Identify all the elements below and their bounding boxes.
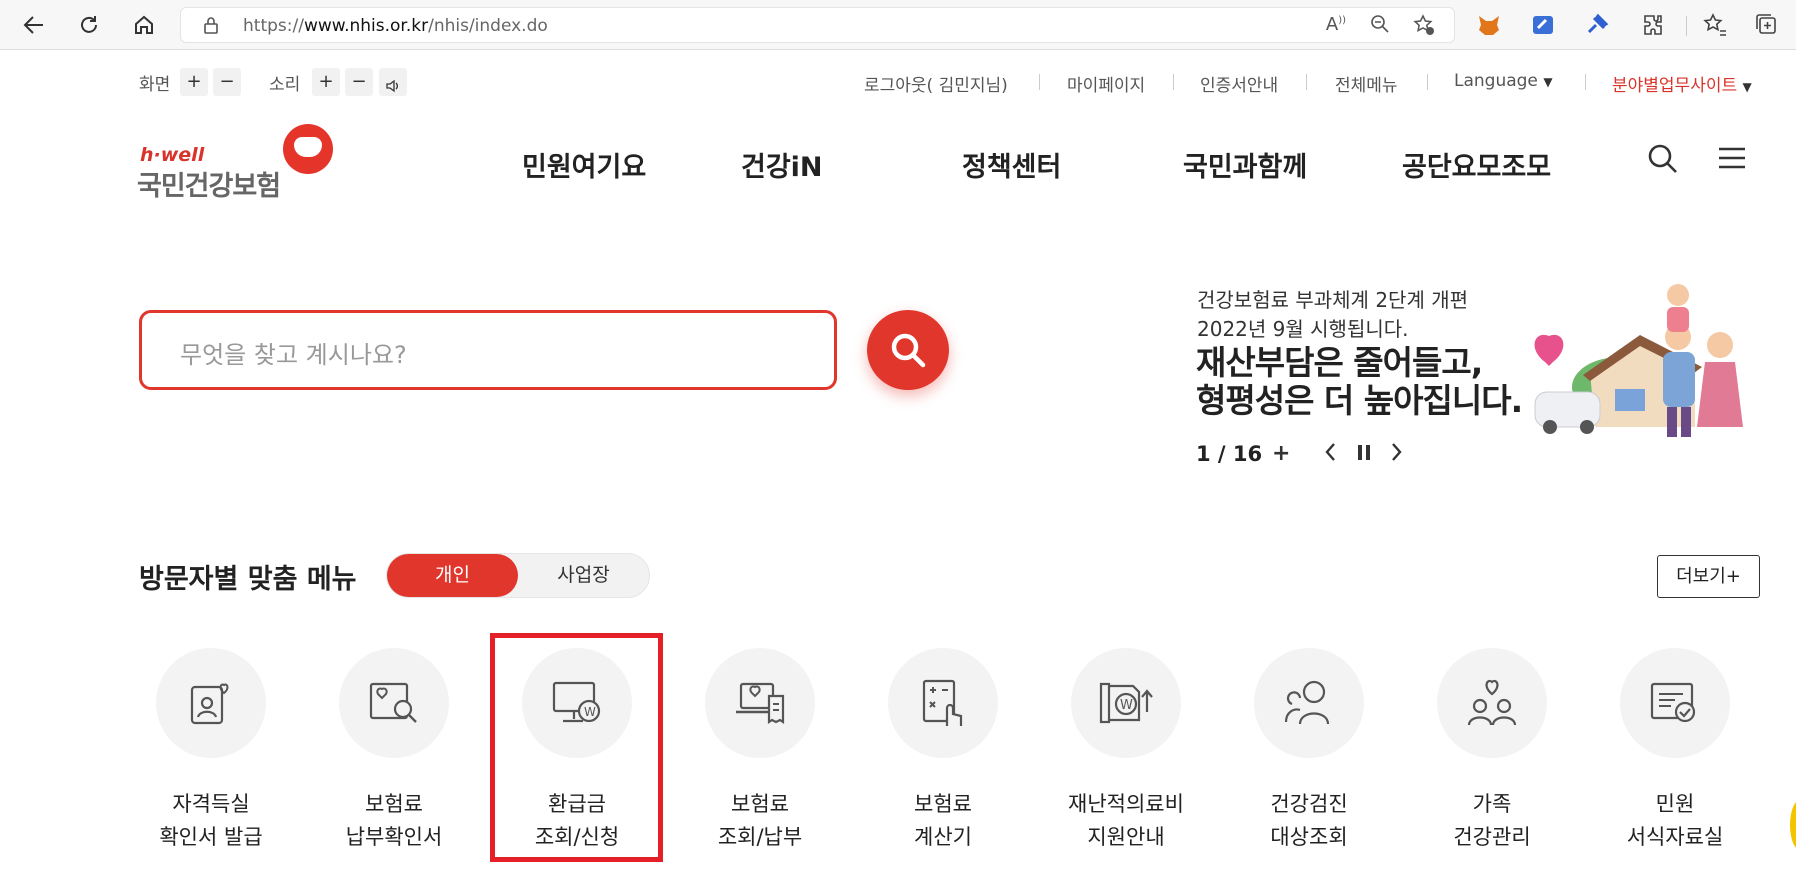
svg-text:W: W — [1120, 698, 1133, 713]
quick-menu-label: 재난적의료비 지원안내 — [1068, 792, 1184, 849]
zoom-out-icon[interactable] — [1367, 14, 1393, 38]
fox-extension-icon[interactable] — [1476, 12, 1502, 38]
banner-headline: 재산부담은 줄어들고, 형평성은 더 높아집니다. — [1196, 343, 1523, 420]
chevron-right-icon[interactable] — [1390, 441, 1404, 469]
gnb-about-nhis[interactable]: 공단요모조모 — [1402, 145, 1551, 184]
toolbar-divider — [1686, 16, 1687, 36]
pause-icon[interactable] — [1356, 441, 1372, 469]
quick-menu-label: 보험료 조회/납부 — [717, 792, 803, 849]
quick-menu-label: 민원 서식자료실 — [1626, 792, 1724, 849]
read-aloud-icon[interactable]: A)) — [1323, 14, 1349, 38]
field-site-select[interactable]: 분야별업무사이트 ▼ — [1612, 71, 1752, 96]
gnb-policy-center[interactable]: 정책센터 — [962, 145, 1061, 184]
screen-zoom-out-button[interactable]: − — [213, 68, 241, 96]
divider — [1585, 74, 1586, 90]
search-icon[interactable] — [1648, 144, 1678, 178]
collections-icon[interactable] — [1754, 12, 1780, 38]
lock-icon[interactable] — [203, 16, 219, 38]
tab-personal[interactable]: 개인 — [387, 554, 518, 597]
floating-widget[interactable] — [1790, 800, 1796, 850]
gnb-civil-service[interactable]: 민원여기요 — [522, 145, 646, 184]
divider — [1173, 74, 1174, 90]
address-bar[interactable]: https://www.nhis.or.kr/nhis/index.do A)) — [180, 7, 1455, 43]
pin-extension-icon[interactable] — [1584, 12, 1610, 38]
calculator-hand-icon — [888, 648, 998, 758]
speaker-icon[interactable] — [379, 68, 407, 96]
home-icon[interactable] — [128, 9, 160, 41]
quick-menu-label: 보험료 납부확인서 — [345, 792, 443, 849]
search-icon — [891, 333, 926, 368]
banner-pager: 1 / 16 — [1196, 442, 1263, 466]
quick-menu-label: 가족 건강관리 — [1453, 792, 1531, 849]
refresh-icon[interactable] — [73, 9, 105, 41]
search-input[interactable]: 무엇을 찾고 계시나요? — [139, 310, 837, 390]
section-title: 방문자별 맞춤 메뉴 — [139, 564, 357, 595]
quick-menu-label: 자격득실 확인서 발급 — [159, 792, 263, 849]
caret-down-icon: ▼ — [1543, 75, 1553, 89]
quick-menu-label: 보험료 계산기 — [914, 792, 972, 849]
caret-down-icon: ▼ — [1742, 80, 1752, 94]
favorites-icon[interactable] — [1702, 12, 1728, 38]
highlight-box — [490, 633, 663, 862]
search-button[interactable] — [867, 310, 949, 390]
tab-business[interactable]: 사업장 — [518, 554, 649, 597]
sound-up-button[interactable]: + — [312, 68, 340, 96]
document-search-icon — [339, 648, 449, 758]
screen-zoom-in-button[interactable]: + — [180, 68, 208, 96]
certificate-guide-link[interactable]: 인증서안내 — [1200, 71, 1278, 96]
banner-more-button[interactable]: + — [1272, 441, 1290, 466]
divider — [1039, 74, 1040, 90]
all-menu-link[interactable]: 전체메뉴 — [1335, 71, 1398, 96]
language-select[interactable]: Language ▼ — [1454, 71, 1553, 91]
gnb-health-in[interactable]: 건강iN — [741, 145, 823, 184]
id-card-heart-icon — [156, 648, 266, 758]
form-check-icon — [1620, 648, 1730, 758]
more-button[interactable]: 더보기+ — [1657, 555, 1760, 598]
divider — [1427, 74, 1428, 90]
back-icon[interactable] — [18, 9, 50, 41]
family-heart-icon — [1437, 648, 1547, 758]
divider — [1306, 74, 1307, 90]
url-text[interactable]: https://www.nhis.or.kr/nhis/index.do — [243, 16, 548, 36]
browser-toolbar: https://www.nhis.or.kr/nhis/index.do A)) — [0, 0, 1796, 50]
chevron-left-icon[interactable] — [1323, 441, 1337, 469]
laptop-receipt-icon — [705, 648, 815, 758]
screen-zoom-label: 화면 — [139, 75, 171, 95]
quick-menu-label: 건강검진 대상조회 — [1270, 792, 1348, 849]
visitor-type-tabs: 개인 사업장 — [386, 553, 650, 598]
logout-link[interactable]: 로그아웃( 김민지님) — [864, 71, 1008, 96]
sound-down-button[interactable]: − — [345, 68, 373, 96]
logo-hwell-text: h·well — [140, 144, 205, 166]
sound-label: 소리 — [269, 75, 301, 95]
gnb-with-citizens[interactable]: 국민과함께 — [1183, 145, 1307, 184]
search-placeholder: 무엇을 찾고 계시나요? — [180, 341, 407, 369]
extensions-icon[interactable] — [1640, 12, 1666, 38]
banner-subtitle: 건강보험료 부과체계 2단계 개편 2022년 9월 시행됩니다. — [1197, 288, 1468, 341]
favorite-add-icon[interactable] — [1411, 14, 1437, 38]
family-house-illustration — [1534, 284, 1743, 437]
mypage-link[interactable]: 마이페이지 — [1067, 71, 1145, 96]
logo-name-text: 국민건강보험 — [137, 171, 281, 202]
people-search-icon — [1254, 648, 1364, 758]
won-up-icon: W — [1071, 648, 1181, 758]
hamburger-menu-icon[interactable] — [1718, 146, 1746, 174]
logo-mask-icon — [283, 124, 333, 174]
blue-extension-icon[interactable] — [1530, 12, 1556, 38]
